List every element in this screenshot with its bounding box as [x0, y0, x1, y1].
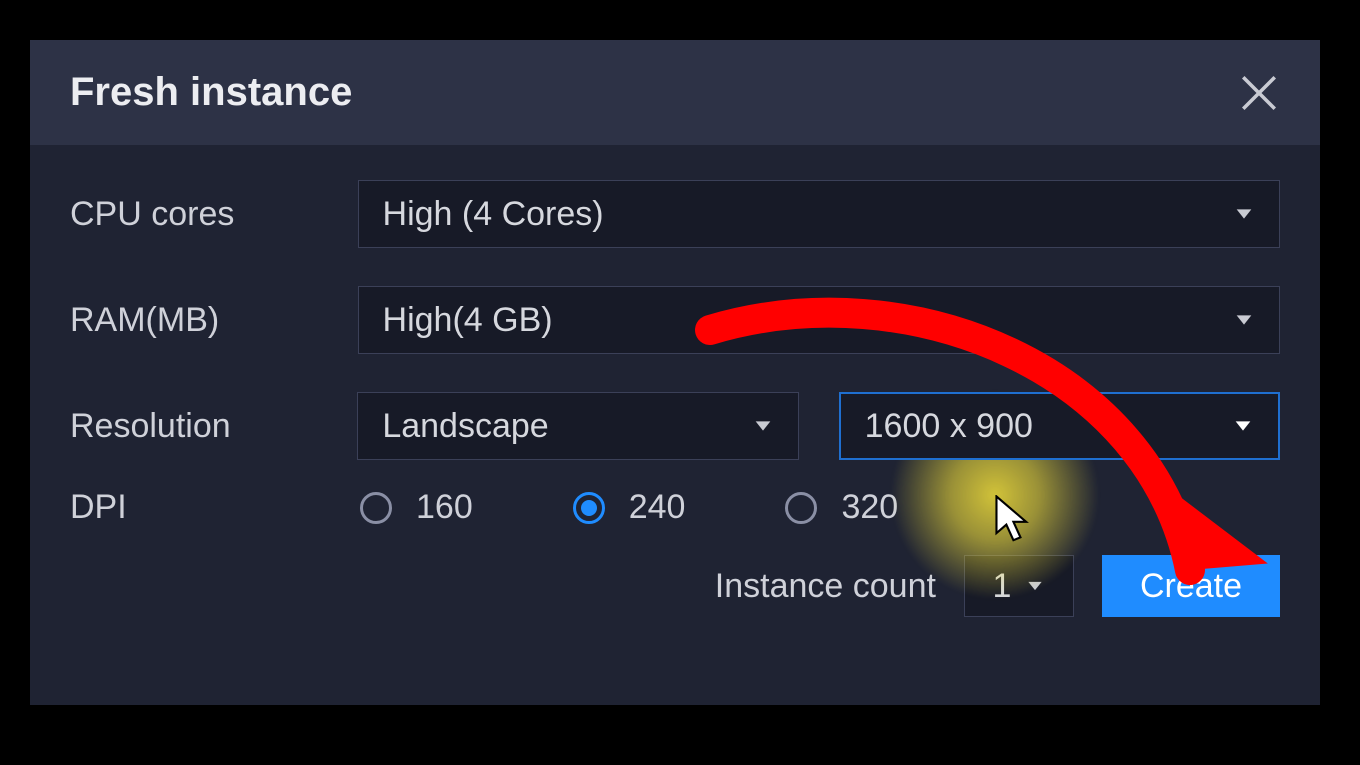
dpi-radio-320[interactable]: 320 — [785, 488, 898, 527]
radio-icon — [785, 492, 817, 524]
dialog-footer: Instance count 1 Create — [70, 555, 1280, 617]
resolution-row: Resolution Landscape 1600 x 900 — [70, 392, 1280, 460]
create-button-label: Create — [1140, 567, 1242, 606]
instance-count-dropdown[interactable]: 1 — [964, 555, 1074, 617]
orientation-value: Landscape — [382, 407, 548, 446]
ram-label: RAM(MB) — [70, 301, 358, 340]
chevron-down-icon — [1232, 415, 1254, 437]
chevron-down-icon — [1233, 203, 1255, 225]
instance-count-value: 1 — [992, 567, 1011, 606]
resolution-label: Resolution — [70, 407, 357, 446]
dpi-radio-group: 160 240 320 — [360, 488, 898, 527]
dpi-row: DPI 160 240 320 — [70, 488, 1280, 527]
instance-count-label: Instance count — [715, 567, 936, 606]
radio-icon — [360, 492, 392, 524]
dialog-title: Fresh instance — [70, 70, 352, 115]
close-button[interactable] — [1238, 72, 1280, 114]
cpu-value: High (4 Cores) — [383, 195, 604, 234]
dpi-option-label: 320 — [841, 488, 898, 527]
dpi-label: DPI — [70, 488, 360, 527]
dpi-option-label: 240 — [629, 488, 686, 527]
fresh-instance-dialog: Fresh instance CPU cores High (4 Cores) … — [30, 40, 1320, 705]
chevron-down-icon — [1025, 576, 1045, 596]
dialog-body: CPU cores High (4 Cores) RAM(MB) High(4 … — [30, 145, 1320, 637]
close-icon — [1238, 72, 1280, 114]
chevron-down-icon — [752, 415, 774, 437]
dpi-option-label: 160 — [416, 488, 473, 527]
cpu-row: CPU cores High (4 Cores) — [70, 180, 1280, 248]
create-button[interactable]: Create — [1102, 555, 1280, 617]
chevron-down-icon — [1233, 309, 1255, 331]
ram-row: RAM(MB) High(4 GB) — [70, 286, 1280, 354]
cpu-label: CPU cores — [70, 195, 358, 234]
resolution-size-value: 1600 x 900 — [865, 407, 1033, 446]
cpu-dropdown[interactable]: High (4 Cores) — [358, 180, 1280, 248]
resolution-size-dropdown[interactable]: 1600 x 900 — [839, 392, 1280, 460]
dpi-radio-160[interactable]: 160 — [360, 488, 473, 527]
dpi-radio-240[interactable]: 240 — [573, 488, 686, 527]
dialog-titlebar: Fresh instance — [30, 40, 1320, 145]
ram-value: High(4 GB) — [383, 301, 553, 340]
ram-dropdown[interactable]: High(4 GB) — [358, 286, 1280, 354]
radio-icon — [573, 492, 605, 524]
orientation-dropdown[interactable]: Landscape — [357, 392, 798, 460]
